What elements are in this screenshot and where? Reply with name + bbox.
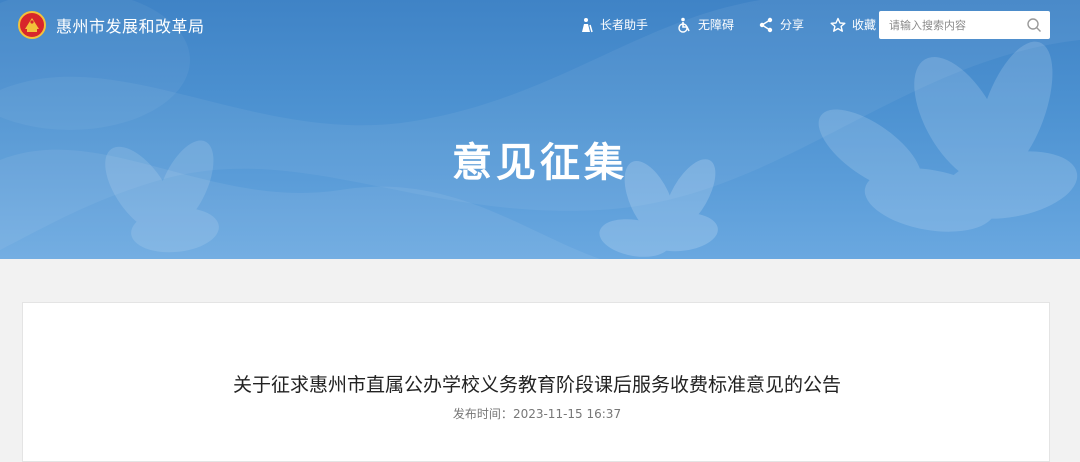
article-title: 关于征求惠州市直属公办学校义务教育阶段课后服务收费标准意见的公告 bbox=[232, 374, 841, 396]
national-emblem-icon bbox=[18, 11, 46, 39]
article-card: 关于征求惠州市直属公办学校义务教育阶段课后服务收费标准意见的公告 发布时间：20… bbox=[22, 302, 1050, 462]
elder-assistant-button[interactable]: 长者助手 bbox=[578, 16, 648, 33]
publish-time: 2023-11-15 16:37 bbox=[512, 407, 622, 421]
share-icon bbox=[759, 17, 773, 32]
favorite-label: 收藏 bbox=[852, 18, 877, 32]
accessibility-button[interactable]: 无障碍 bbox=[676, 16, 734, 33]
header-banner: 惠州市发展和改革局 长者助手 无障碍 分享 收藏 请输入搜索内容 意见征集 bbox=[0, 0, 1080, 259]
site-logo[interactable]: 惠州市发展和改革局 bbox=[18, 11, 205, 39]
elder-assistant-label: 长者助手 bbox=[600, 18, 649, 32]
accessibility-label: 无障碍 bbox=[698, 18, 735, 32]
star-icon bbox=[830, 17, 846, 32]
top-bar: 惠州市发展和改革局 长者助手 无障碍 分享 收藏 请输入搜索内容 bbox=[0, 0, 1080, 50]
publish-label: 发布时间： bbox=[452, 407, 513, 421]
toolbar: 长者助手 无障碍 分享 收藏 bbox=[578, 16, 876, 33]
publish-info: 发布时间：2023-11-15 16:37 bbox=[23, 405, 1051, 422]
share-button[interactable]: 分享 bbox=[758, 16, 804, 33]
wheelchair-icon bbox=[678, 17, 690, 33]
search-input[interactable] bbox=[879, 11, 1019, 39]
search-box bbox=[879, 11, 1050, 39]
share-label: 分享 bbox=[780, 18, 805, 32]
favorite-button[interactable]: 收藏 bbox=[830, 16, 876, 33]
elder-assistant-icon bbox=[582, 17, 593, 32]
search-icon[interactable] bbox=[1026, 17, 1042, 33]
page-title: 意见征集 bbox=[452, 140, 628, 186]
site-name: 惠州市发展和改革局 bbox=[56, 17, 205, 36]
